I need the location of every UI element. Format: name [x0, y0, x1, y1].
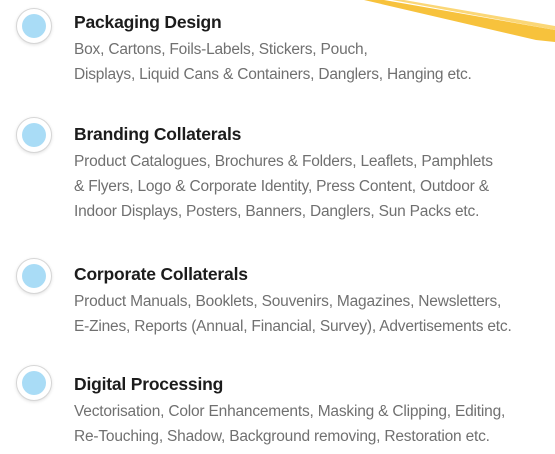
description-line: & Flyers, Logo & Corporate Identity, Pre…: [74, 178, 489, 195]
service-title: Branding Collaterals: [74, 124, 242, 144]
service-description: Product Manuals, Booklets, Souvenirs, Ma…: [74, 289, 512, 339]
description-line: Vectorisation, Color Enhancements, Maski…: [74, 403, 506, 420]
service-description: Product Catalogues, Brochures & Folders,…: [74, 149, 493, 224]
bullet-circle-icon: [16, 258, 52, 294]
description-line: Box, Cartons, Foils-Labels, Stickers, Po…: [74, 41, 368, 58]
description-line: Product Catalogues, Brochures & Folders,…: [74, 153, 493, 170]
bullet-circle-icon: [16, 8, 52, 44]
bullet-circle-icon: [16, 365, 52, 401]
description-line: Indoor Displays, Posters, Banners, Dangl…: [74, 203, 480, 220]
service-title: Corporate Collaterals: [74, 264, 248, 284]
description-line: Re-Touching, Shadow, Background removing…: [74, 428, 490, 445]
description-line: E-Zines, Reports (Annual, Financial, Sur…: [74, 318, 512, 335]
description-line: Product Manuals, Booklets, Souvenirs, Ma…: [74, 293, 502, 310]
bullet-circle-icon: [16, 117, 52, 153]
service-description: Vectorisation, Color Enhancements, Maski…: [74, 399, 505, 449]
service-title: Packaging Design: [74, 12, 222, 32]
description-line: Displays, Liquid Cans & Containers, Dang…: [74, 66, 472, 83]
service-title: Digital Processing: [74, 374, 224, 394]
service-description: Box, Cartons, Foils-Labels, Stickers, Po…: [74, 37, 472, 87]
